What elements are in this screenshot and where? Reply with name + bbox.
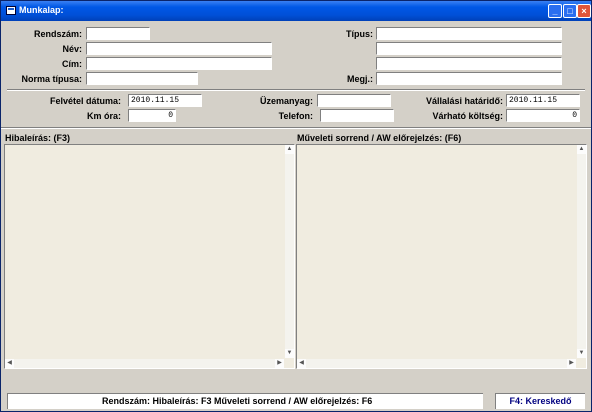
scroll-left-icon[interactable]: ◀ <box>5 359 14 368</box>
scroll-down-icon[interactable]: ▼ <box>577 349 586 358</box>
norma-tipusa-label: Norma típusa: <box>21 74 82 84</box>
scroll-right-icon[interactable]: ▶ <box>275 359 284 368</box>
cim-field[interactable] <box>86 57 272 70</box>
tipus-field[interactable] <box>376 27 562 40</box>
felvetel-datuma-label: Felvétel dátuma: <box>49 96 121 106</box>
app-window-icon <box>6 6 16 15</box>
muveleti-sorrend-title: Műveleti sorrend / AW előrejelzés: (F6) <box>297 133 462 143</box>
separator-top <box>7 89 585 91</box>
muveleti-sorrend-textarea[interactable]: ▲ ▼ ◀ ▶ <box>296 144 587 369</box>
scroll-up-icon[interactable]: ▲ <box>577 145 586 154</box>
separator-middle <box>1 127 591 129</box>
minimize-button[interactable]: _ <box>548 4 562 18</box>
km-ora-label: Km óra: <box>86 111 121 121</box>
tipus-extra-field-1[interactable] <box>376 42 562 55</box>
varhato-koltseg-label: Várható költség: <box>432 111 503 121</box>
maximize-button[interactable]: □ <box>563 4 577 18</box>
felvetel-datuma-field[interactable]: 2010.11.15 <box>128 94 202 107</box>
megj-field[interactable] <box>376 72 562 85</box>
status-bar-main: Rendszám: Hibaleírás: F3 Műveleti sorren… <box>7 393 483 409</box>
vallalasi-hatarido-label: Vállalási határidő: <box>425 96 503 106</box>
munkalap-window: Munkalap: _ □ × Rendszám: Név: Cím: Norm… <box>0 0 592 412</box>
uzemanyag-label: Üzemanyag: <box>259 96 313 106</box>
cim-label: Cím: <box>62 59 82 69</box>
hibaleiras-textarea[interactable]: ▲ ▼ ◀ ▶ <box>4 144 295 369</box>
hibaleiras-horizontal-scrollbar[interactable]: ◀ ▶ <box>5 359 284 368</box>
tipus-extra-field-2[interactable] <box>376 57 562 70</box>
scroll-right-icon[interactable]: ▶ <box>567 359 576 368</box>
close-button[interactable]: × <box>577 4 591 18</box>
muveleti-vertical-scrollbar[interactable]: ▲ ▼ <box>577 145 586 358</box>
vallalasi-hatarido-field[interactable]: 2010.11.15 <box>506 94 580 107</box>
scroll-left-icon[interactable]: ◀ <box>297 359 306 368</box>
km-ora-field[interactable]: 0 <box>128 109 176 122</box>
hibaleiras-vertical-scrollbar[interactable]: ▲ ▼ <box>285 145 294 358</box>
status-bar-kereskedo[interactable]: F4: Kereskedő <box>495 393 585 409</box>
nev-field[interactable] <box>86 42 272 55</box>
hibaleiras-title: Hibaleírás: (F3) <box>5 133 71 143</box>
kereskedo-shortcut-label: F4: Kereskedő <box>509 396 572 406</box>
telefon-label: Telefon: <box>278 111 313 121</box>
uzemanyag-field[interactable] <box>317 94 391 107</box>
rendszam-label: Rendszám: <box>33 29 82 39</box>
window-title: Munkalap: <box>19 5 64 15</box>
scroll-down-icon[interactable]: ▼ <box>285 349 294 358</box>
title-bar[interactable]: Munkalap: _ □ × <box>1 1 591 21</box>
varhato-koltseg-field[interactable]: 0 <box>506 109 580 122</box>
scroll-up-icon[interactable]: ▲ <box>285 145 294 154</box>
muveleti-horizontal-scrollbar[interactable]: ◀ ▶ <box>297 359 576 368</box>
tipus-label: Típus: <box>346 29 373 39</box>
megj-label: Megj.: <box>347 74 373 84</box>
nev-label: Név: <box>62 44 82 54</box>
norma-tipusa-field[interactable] <box>86 72 198 85</box>
rendszam-field[interactable] <box>86 27 150 40</box>
telefon-field[interactable] <box>320 109 394 122</box>
